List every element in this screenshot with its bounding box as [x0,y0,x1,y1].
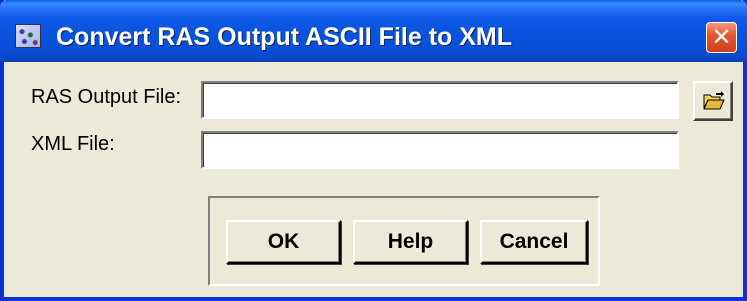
ok-button[interactable]: OK [226,220,341,264]
cancel-button[interactable]: Cancel [480,220,588,264]
ras-output-file-input[interactable] [201,81,679,119]
xml-file-label: XML File: [31,133,115,155]
map-app-icon [15,24,41,48]
ras-output-file-label: RAS Output File: [31,86,182,108]
dialog-window: Convert RAS Output ASCII File to XML ✕ R… [0,0,747,301]
help-button[interactable]: Help [353,220,468,264]
xml-file-input[interactable] [201,131,679,169]
window-title: Convert RAS Output ASCII File to XML [56,23,513,51]
title-bar[interactable]: Convert RAS Output ASCII File to XML ✕ [0,0,747,62]
open-folder-icon [703,91,725,110]
browse-file-button[interactable] [693,81,733,121]
button-group: OK Help Cancel [208,196,600,286]
close-icon: ✕ [711,23,732,51]
close-button[interactable]: ✕ [706,22,737,53]
